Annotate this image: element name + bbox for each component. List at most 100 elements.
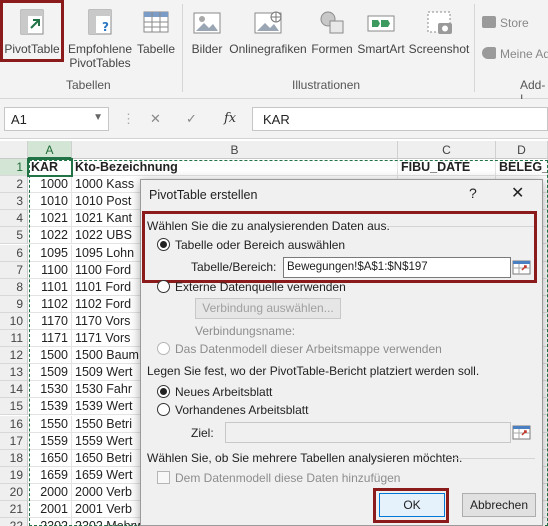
header-cell[interactable]: KAR: [28, 159, 72, 176]
header-cell[interactable]: Kto-Bezeichnung: [72, 159, 398, 176]
row-header[interactable]: 19: [0, 467, 28, 484]
row-header[interactable]: 20: [0, 484, 28, 501]
row-header[interactable]: 7: [0, 262, 28, 279]
store-icon: [482, 16, 496, 28]
table-cell[interactable]: 1010: [28, 193, 72, 210]
table-cell[interactable]: 1650: [28, 450, 72, 467]
section-placement-label: Legen Sie fest, wo der PivotTable-Berich…: [147, 364, 480, 378]
table-cell[interactable]: 1550: [28, 416, 72, 433]
row-header[interactable]: 9: [0, 296, 28, 313]
row-header[interactable]: 12: [0, 347, 28, 364]
formula-input[interactable]: KAR: [252, 107, 548, 131]
radio-new-worksheet[interactable]: [157, 385, 170, 398]
shapes-label: Formen: [311, 42, 353, 56]
insert-function-icon[interactable]: fx: [224, 111, 236, 126]
row-header[interactable]: 13: [0, 364, 28, 381]
target-selector-button[interactable]: [511, 423, 533, 442]
formula-bar: A1 ▼ ⋮ ✕ ✓ fx KAR: [0, 99, 548, 139]
table-cell[interactable]: 1170: [28, 313, 72, 330]
name-box[interactable]: A1 ▼: [4, 107, 109, 131]
row-header[interactable]: 14: [0, 381, 28, 398]
table-cell[interactable]: 1559: [28, 433, 72, 450]
header-cell[interactable]: FIBU_DATE: [398, 159, 496, 176]
column-header-d[interactable]: D: [496, 141, 548, 159]
row-header[interactable]: 22: [0, 518, 28, 526]
row-header[interactable]: 2: [0, 176, 28, 193]
target-input[interactable]: [225, 422, 511, 443]
header-cell[interactable]: BELEG_: [496, 159, 548, 176]
radio-external-source[interactable]: [157, 280, 170, 293]
add-to-data-model-label[interactable]: Dem Datenmodell diese Daten hinzufügen: [175, 471, 400, 485]
row-header[interactable]: 3: [0, 193, 28, 210]
table-cell[interactable]: 1509: [28, 364, 72, 381]
table-cell[interactable]: 2000: [28, 484, 72, 501]
shapes-icon: [315, 8, 349, 38]
table-cell[interactable]: 2202: [28, 518, 72, 526]
my-addins-label: Meine Ad: [500, 47, 548, 61]
enter-icon[interactable]: ✓: [186, 111, 197, 127]
row-header[interactable]: 11: [0, 330, 28, 347]
radio-existing-worksheet[interactable]: [157, 403, 170, 416]
row-header[interactable]: 17: [0, 433, 28, 450]
table-button[interactable]: Tabelle: [136, 0, 176, 56]
table-cell[interactable]: 1500: [28, 347, 72, 364]
target-field-label: Ziel:: [191, 426, 214, 440]
row-header[interactable]: 8: [0, 279, 28, 296]
table-cell[interactable]: 1102: [28, 296, 72, 313]
online-pictures-button[interactable]: Onlinegrafiken: [228, 0, 308, 56]
table-cell[interactable]: 1171: [28, 330, 72, 347]
radio-new-worksheet-label[interactable]: Neues Arbeitsblatt: [175, 385, 272, 399]
row-header[interactable]: 10: [0, 313, 28, 330]
name-box-value: A1: [11, 112, 27, 127]
group-label-illustrationen: Illustrationen: [292, 78, 361, 92]
ok-highlight: [373, 488, 449, 523]
table-cell[interactable]: 1539: [28, 398, 72, 415]
table-cell[interactable]: 1022: [28, 227, 72, 244]
select-all-corner[interactable]: [0, 141, 28, 159]
radio-data-model[interactable]: [157, 342, 170, 355]
column-header-b[interactable]: B: [72, 141, 398, 159]
table-cell[interactable]: 1095: [28, 245, 72, 262]
table-cell[interactable]: 1100: [28, 262, 72, 279]
column-header-a[interactable]: A: [28, 141, 72, 159]
section-multiple-tables-label: Wählen Sie, ob Sie mehrere Tabellen anal…: [147, 451, 463, 465]
recommended-pivottables-label: Empfohlene PivotTables: [67, 42, 133, 70]
radio-existing-worksheet-label[interactable]: Vorhandenes Arbeitsblatt: [175, 403, 308, 417]
collapse-dialog-icon: [512, 425, 531, 440]
cancel-icon[interactable]: ✕: [150, 111, 161, 127]
row-header[interactable]: 4: [0, 210, 28, 227]
row-header[interactable]: 1: [0, 159, 28, 176]
connection-name-label: Verbindungsname:: [195, 324, 296, 338]
table-icon: [139, 8, 173, 38]
recommended-pivottables-button[interactable]: ? Empfohlene PivotTables: [66, 0, 134, 70]
my-addins-button[interactable]: Meine Ad: [482, 47, 548, 65]
section-divider: [453, 458, 535, 459]
radio-external-source-label[interactable]: Externe Datenquelle verwenden: [175, 280, 346, 294]
choose-connection-button[interactable]: Verbindung auswählen...: [195, 298, 341, 319]
shapes-button[interactable]: Formen: [310, 0, 354, 56]
close-icon[interactable]: ✕: [511, 183, 524, 203]
column-header-c[interactable]: C: [398, 141, 496, 159]
add-to-data-model-checkbox[interactable]: [157, 471, 170, 484]
table-cell[interactable]: 1530: [28, 381, 72, 398]
chevron-down-icon[interactable]: ▼: [93, 112, 103, 123]
radio-data-model-label[interactable]: Das Datenmodell dieser Arbeitsmappe verw…: [175, 342, 442, 356]
row-header[interactable]: 18: [0, 450, 28, 467]
table-cell[interactable]: 1659: [28, 467, 72, 484]
smartart-button[interactable]: SmartArt: [356, 0, 406, 56]
pictures-button[interactable]: Bilder: [188, 0, 226, 56]
screenshot-button[interactable]: Screenshot: [408, 0, 470, 56]
range-highlight: [142, 211, 537, 283]
cancel-button[interactable]: Abbrechen: [462, 493, 536, 517]
help-icon[interactable]: ?: [469, 185, 477, 201]
row-header[interactable]: 5: [0, 227, 28, 244]
table-cell[interactable]: 1101: [28, 279, 72, 296]
row-header[interactable]: 21: [0, 501, 28, 518]
row-header[interactable]: 15: [0, 398, 28, 415]
row-header[interactable]: 16: [0, 416, 28, 433]
store-button[interactable]: Store: [482, 16, 548, 34]
table-cell[interactable]: 2001: [28, 501, 72, 518]
table-cell[interactable]: 1021: [28, 210, 72, 227]
table-cell[interactable]: 1000: [28, 176, 72, 193]
row-header[interactable]: 6: [0, 245, 28, 262]
